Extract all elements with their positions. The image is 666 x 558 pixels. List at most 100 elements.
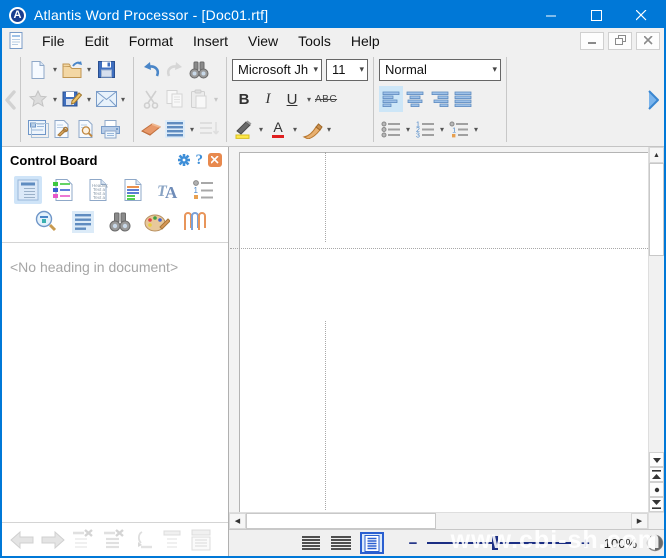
bold-button[interactable]: B — [232, 86, 256, 112]
horizontal-scroll-thumb[interactable] — [246, 513, 436, 529]
next-page-icon[interactable] — [649, 497, 664, 512]
copy-button[interactable] — [163, 86, 187, 112]
numbered-list-button[interactable]: 123 — [413, 116, 437, 142]
help-icon[interactable]: ? — [196, 152, 204, 169]
print-preview-button[interactable] — [74, 116, 98, 142]
tab-gallery[interactable] — [143, 208, 171, 236]
paste-button[interactable] — [187, 86, 211, 112]
redo-button[interactable] — [163, 57, 187, 83]
minimize-button[interactable] — [529, 2, 574, 28]
font-color-button[interactable]: A — [266, 116, 290, 142]
highlighter-button[interactable] — [232, 116, 256, 142]
menu-edit[interactable]: Edit — [75, 30, 119, 52]
horizontal-scrollbar[interactable]: ◀ ▶ — [229, 512, 664, 529]
tab-lookup[interactable] — [32, 208, 60, 236]
find-button[interactable] — [187, 57, 211, 83]
print-button[interactable] — [98, 116, 122, 142]
align-left-button[interactable] — [379, 86, 403, 112]
document-tools-button[interactable] — [50, 116, 74, 142]
menu-view[interactable]: View — [238, 30, 288, 52]
panel-close-icon[interactable] — [208, 153, 222, 167]
align-right-button[interactable] — [427, 86, 451, 112]
zoom-percentage[interactable]: 100% — [604, 536, 637, 551]
underline-dropdown-icon[interactable]: ▾ — [304, 95, 314, 104]
line-spacing-button[interactable] — [163, 116, 187, 142]
back-button[interactable] — [10, 531, 34, 549]
zoom-slider-thumb[interactable] — [492, 536, 498, 550]
menu-insert[interactable]: Insert — [183, 30, 238, 52]
forward-button[interactable] — [41, 531, 65, 549]
save-as-button[interactable] — [60, 86, 84, 112]
tab-styles[interactable] — [119, 176, 147, 204]
scroll-right-icon[interactable]: ▶ — [631, 513, 648, 529]
maximize-button[interactable] — [574, 2, 619, 28]
select-browse-object-icon[interactable] — [649, 482, 664, 497]
menu-help[interactable]: Help — [341, 30, 390, 52]
font-size-combo[interactable]: 11 ▾ — [326, 59, 368, 81]
tab-paragraphs[interactable] — [69, 208, 97, 236]
document-close-button[interactable] — [636, 32, 660, 50]
demote-heading-button[interactable] — [134, 530, 154, 550]
favorites-dropdown-icon[interactable]: ▾ — [50, 95, 60, 104]
multilevel-list-button[interactable]: 1 — [447, 116, 471, 142]
font-name-combo[interactable]: Microsoft Jh ▾ — [232, 59, 322, 81]
numbered-list-dropdown-icon[interactable]: ▾ — [437, 125, 447, 134]
format-painter-button[interactable] — [300, 116, 324, 142]
tab-bookmarks[interactable] — [49, 176, 77, 204]
tab-clips[interactable] — [180, 208, 208, 236]
tab-search[interactable] — [106, 208, 134, 236]
new-document-button[interactable] — [26, 57, 50, 83]
draft-view-button[interactable] — [299, 532, 322, 554]
email-dropdown-icon[interactable]: ▾ — [118, 95, 128, 104]
save-button[interactable] — [94, 57, 118, 83]
delete-heading-content-button[interactable] — [103, 529, 127, 551]
cut-button[interactable] — [139, 86, 163, 112]
style-combo[interactable]: Normal ▾ — [379, 59, 501, 81]
highlighter-dropdown-icon[interactable]: ▾ — [256, 125, 266, 134]
font-color-dropdown-icon[interactable]: ▾ — [290, 125, 300, 134]
scroll-left-icon[interactable]: ◀ — [229, 513, 246, 529]
menu-format[interactable]: Format — [119, 30, 183, 52]
line-spacing-dropdown-icon[interactable]: ▾ — [187, 125, 197, 134]
sort-button[interactable] — [197, 116, 221, 142]
scroll-up-icon[interactable]: ▲ — [649, 147, 664, 163]
tab-fonts[interactable]: TA — [154, 176, 182, 204]
menu-file[interactable]: File — [32, 30, 75, 52]
settings-gear-icon[interactable] — [177, 153, 191, 167]
delete-heading-button[interactable] — [72, 529, 96, 551]
print-layout-view-button[interactable] — [360, 532, 383, 554]
format-painter-dropdown-icon[interactable]: ▾ — [324, 125, 334, 134]
previous-page-icon[interactable] — [649, 467, 664, 482]
paste-dropdown-icon[interactable]: ▾ — [211, 95, 221, 104]
toolbar-scroll-right-icon[interactable] — [642, 54, 664, 145]
zoom-in-button[interactable]: + — [578, 536, 593, 551]
tab-headings[interactable] — [14, 176, 42, 204]
document-canvas[interactable] — [229, 147, 648, 512]
document-page[interactable] — [239, 152, 648, 512]
heading-list-button[interactable] — [161, 529, 183, 551]
scroll-down-icon[interactable] — [649, 452, 664, 467]
email-button[interactable] — [94, 86, 118, 112]
undo-button[interactable] — [139, 57, 163, 83]
document-minimize-button[interactable] — [580, 32, 604, 50]
open-button[interactable] — [60, 57, 84, 83]
toolbar-scroll-left-icon[interactable] — [2, 54, 18, 145]
new-dropdown-icon[interactable]: ▾ — [50, 65, 60, 74]
menu-tools[interactable]: Tools — [288, 30, 341, 52]
bullet-list-button[interactable] — [379, 116, 403, 142]
open-dropdown-icon[interactable]: ▾ — [84, 65, 94, 74]
save-as-dropdown-icon[interactable]: ▾ — [84, 95, 94, 104]
italic-button[interactable]: I — [256, 86, 280, 112]
zoom-out-button[interactable]: − — [406, 536, 421, 551]
heading-pane-button[interactable] — [190, 529, 212, 551]
close-button[interactable] — [619, 2, 664, 28]
tab-toc[interactable]: 1 — [189, 176, 217, 204]
vertical-scrollbar[interactable]: ▲ — [648, 147, 664, 512]
eraser-button[interactable] — [139, 116, 163, 142]
underline-button[interactable]: U — [280, 86, 304, 112]
templates-button[interactable] — [26, 116, 50, 142]
strikethrough-button[interactable]: ABC — [314, 86, 338, 112]
full-screen-icon[interactable] — [646, 534, 664, 552]
align-center-button[interactable] — [403, 86, 427, 112]
align-justify-button[interactable] — [451, 86, 475, 112]
